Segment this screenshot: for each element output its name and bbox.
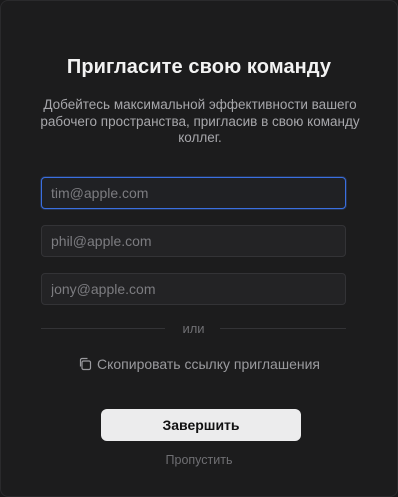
dialog-subtitle: Добейтесь максимальной эффективности ваш… xyxy=(40,97,360,145)
divider-line-right xyxy=(220,328,346,329)
dialog-title: Пригласите свою команду xyxy=(66,56,332,78)
email-field-3[interactable] xyxy=(41,273,346,305)
copy-link-label: Скопировать ссылку приглашения xyxy=(96,356,320,372)
copy-icon xyxy=(78,357,92,371)
email-field-2[interactable] xyxy=(41,225,346,257)
email-field-1[interactable] xyxy=(41,177,346,209)
or-divider: или xyxy=(41,319,346,339)
copy-invite-link-button[interactable]: Скопировать ссылку приглашения xyxy=(1,356,397,372)
finish-button[interactable]: Завершить xyxy=(101,409,301,441)
invite-team-dialog: Пригласите свою команду Добейтесь максим… xyxy=(0,0,398,497)
skip-link[interactable]: Пропустить xyxy=(1,453,397,467)
